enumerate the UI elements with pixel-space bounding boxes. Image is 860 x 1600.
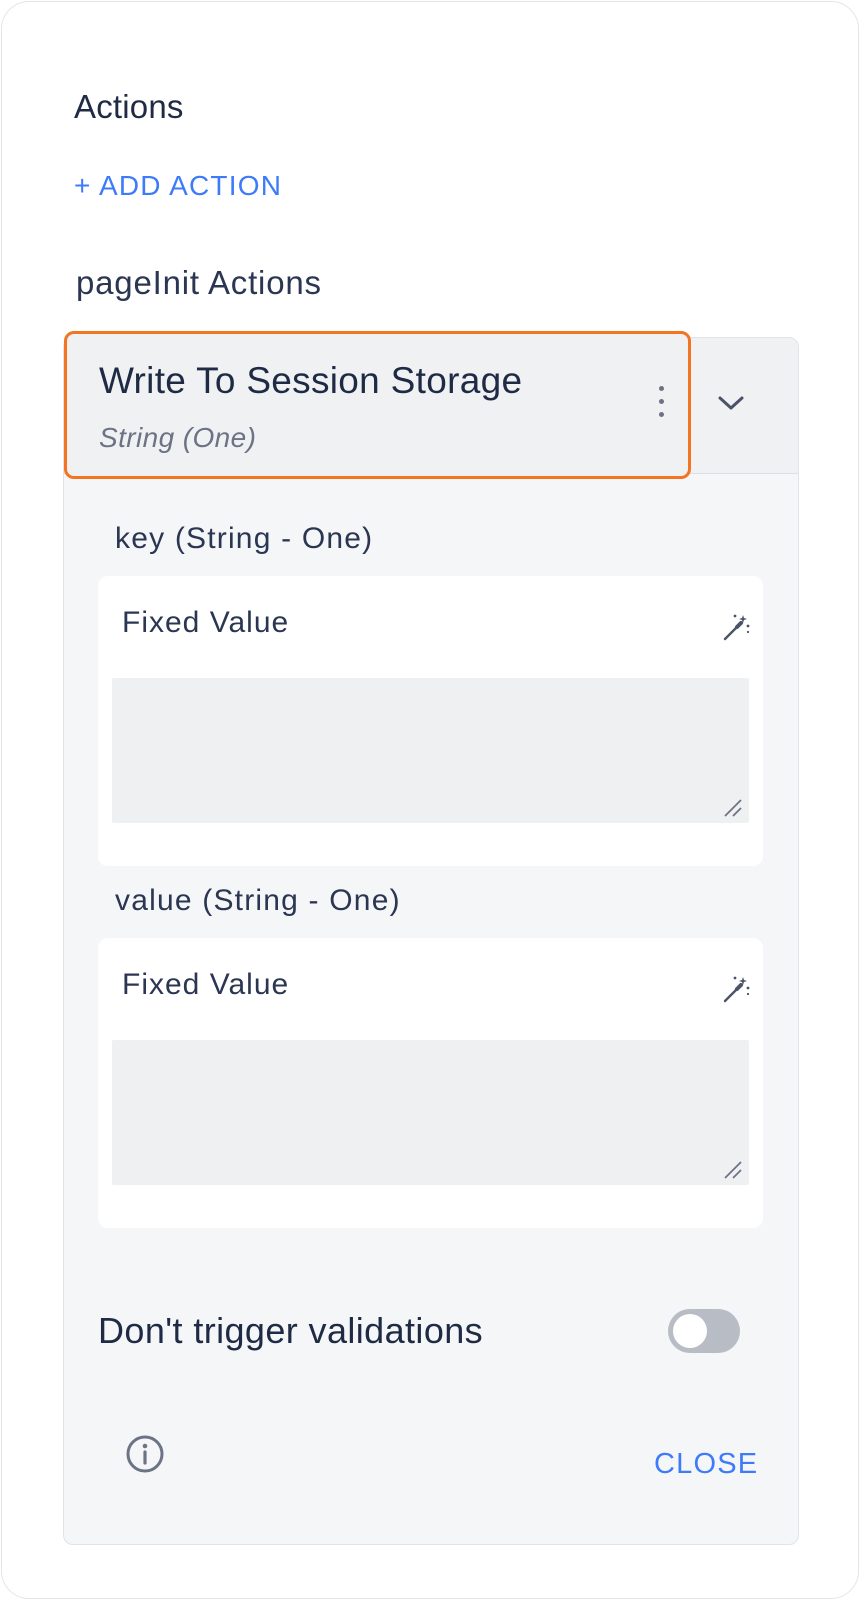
close-button[interactable]: CLOSE (654, 1448, 758, 1481)
toggle-knob (673, 1314, 707, 1348)
key-mode-selector[interactable]: Fixed Value (122, 606, 289, 640)
action-type: String (One) (99, 422, 257, 453)
value-field-label: value (String - One) (115, 884, 401, 917)
actions-heading: Actions (74, 88, 184, 125)
add-action-button[interactable]: + ADD ACTION (74, 170, 282, 202)
key-field-label: key (String - One) (115, 522, 374, 555)
value-field-box: Fixed Value (98, 938, 763, 1228)
info-icon[interactable] (125, 1434, 165, 1474)
key-field-box: Fixed Value (98, 576, 763, 866)
magic-wand-icon[interactable] (721, 612, 751, 642)
dont-trigger-validations-toggle[interactable] (668, 1309, 740, 1353)
action-name: Write To Session Storage (99, 360, 523, 401)
chevron-down-icon[interactable] (716, 393, 746, 413)
key-value-textarea[interactable] (112, 678, 749, 823)
magic-wand-icon[interactable] (721, 974, 751, 1004)
pageinit-actions-heading: pageInit Actions (76, 264, 322, 301)
value-mode-selector[interactable]: Fixed Value (122, 968, 289, 1002)
action-item-header[interactable]: Write To Session Storage String (One) (64, 331, 691, 479)
more-vertical-icon[interactable] (654, 386, 668, 426)
value-value-textarea[interactable] (112, 1040, 749, 1185)
dont-trigger-validations-label: Don't trigger validations (98, 1310, 484, 1351)
